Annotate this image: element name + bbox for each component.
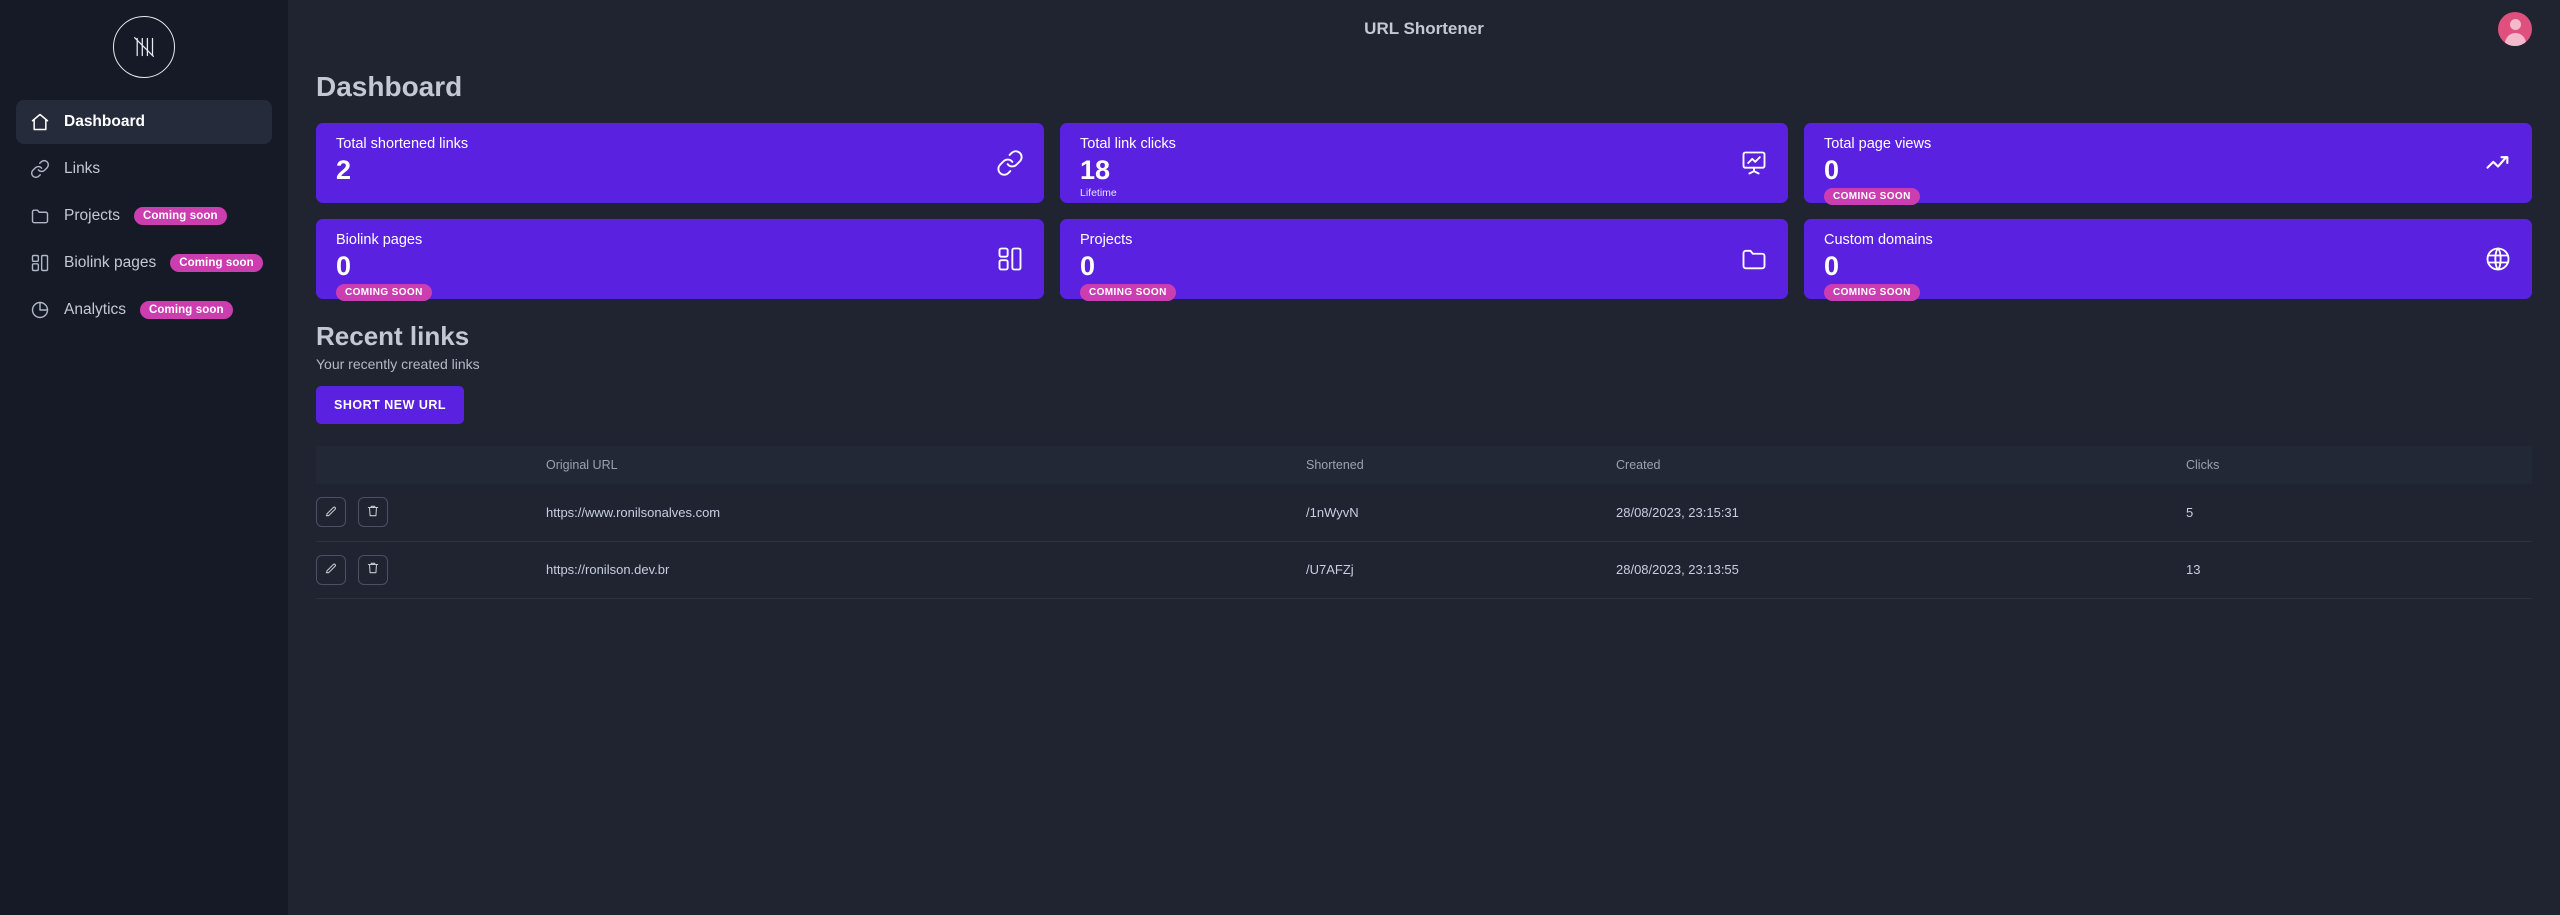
coming-soon-badge: COMING SOON	[1824, 283, 1920, 301]
column-header-original-url: Original URL	[546, 458, 618, 472]
stat-card-custom-domains[interactable]: Custom domains 0 COMING SOON	[1804, 219, 2532, 301]
table-row: https://ronilson.dev.br /U7AFZj 28/08/20…	[316, 541, 2532, 598]
delete-icon-button[interactable]	[357, 497, 388, 528]
sidebar-item-biolink-pages[interactable]: Biolink pages Coming soon	[16, 241, 272, 285]
sidebar-item-analytics[interactable]: Analytics Coming soon	[16, 288, 272, 332]
sidebar-item-label: Dashboard	[64, 113, 145, 130]
layout-icon	[996, 245, 1024, 273]
logo-container	[16, 0, 272, 100]
stat-value: 18	[1080, 154, 1111, 185]
home-icon	[30, 112, 50, 132]
stat-value: 0	[1824, 154, 1840, 185]
sidebar-item-projects[interactable]: Projects Coming soon	[16, 194, 272, 238]
link-icon	[996, 149, 1024, 177]
recent-links-table-wrapper: Original URL Shortened Created Clicks ht…	[316, 446, 2532, 599]
coming-soon-badge: COMING SOON	[1080, 283, 1176, 301]
sidebar-nav: Dashboard Links Projects Coming soon Bio…	[16, 100, 272, 332]
recent-links-header: Recent links Your recently created links…	[316, 321, 2560, 424]
layout-icon	[30, 253, 50, 273]
sidebar-item-label: Analytics	[64, 301, 127, 318]
coming-soon-badge: COMING SOON	[1824, 187, 1920, 205]
stat-value: 0	[336, 250, 352, 281]
table-row: https://www.ronilsonalves.com /1nWyvN 28…	[316, 484, 2532, 541]
coming-soon-badge: COMING SOON	[336, 283, 432, 301]
topbar: URL Shortener	[288, 0, 2560, 57]
trash-icon	[366, 504, 380, 521]
cell-original-url: https://ronilson.dev.br	[546, 562, 670, 577]
cell-shortened: /1nWyvN	[1306, 504, 1359, 520]
stat-value: 0	[1824, 250, 1840, 281]
sidebar-item-links[interactable]: Links	[16, 147, 272, 191]
edit-icon	[324, 504, 338, 521]
row-actions-cell	[316, 541, 546, 598]
stat-card-projects[interactable]: Projects 0 COMING SOON	[1060, 219, 1788, 301]
stat-card-biolink-pages[interactable]: Biolink pages 0 COMING SOON	[316, 219, 1044, 301]
stats-grid-row-2: Biolink pages 0 COMING SOON Projects 0 C…	[288, 219, 2560, 301]
short-new-url-button[interactable]: SHORT NEW URL	[316, 386, 465, 424]
sidebar-item-dashboard[interactable]: Dashboard	[16, 100, 272, 144]
stat-card-total-shortened-links[interactable]: Total shortened links 2	[316, 123, 1044, 203]
stat-label: Total page views	[1824, 136, 1932, 152]
edit-icon	[324, 561, 338, 578]
coming-soon-badge: Coming soon	[134, 207, 227, 225]
presentation-chart-icon	[1740, 149, 1768, 177]
recent-links-title: Recent links	[316, 321, 470, 351]
stats-grid-row-1: Total shortened links 2 Total link click…	[288, 123, 2560, 205]
cell-created: 28/08/2023, 23:13:55	[1616, 562, 1739, 577]
avatar-body	[2504, 32, 2526, 46]
column-header-actions	[316, 446, 546, 484]
coming-soon-badge: Coming soon	[170, 254, 263, 272]
cell-clicks: 5	[2186, 504, 2194, 520]
stat-label: Total link clicks	[1080, 136, 1176, 152]
edit-icon-button[interactable]	[316, 554, 346, 585]
cell-created: 28/08/2023, 23:15:31	[1616, 504, 1739, 520]
trending-up-icon	[2484, 149, 2512, 177]
stat-sublabel: Lifetime	[1080, 186, 1117, 199]
cell-clicks: 13	[2186, 562, 2201, 577]
edit-icon-button[interactable]	[316, 497, 346, 528]
recent-links-subtitle: Your recently created links	[316, 356, 480, 372]
stat-value: 2	[336, 154, 352, 185]
table-header-row: Original URL Shortened Created Clicks	[316, 446, 2532, 484]
coming-soon-badge: Coming soon	[140, 301, 233, 319]
delete-icon-button[interactable]	[357, 554, 388, 585]
trash-icon	[366, 561, 380, 578]
app-title: URL Shortener	[1364, 18, 1484, 38]
pie-chart-icon	[30, 300, 50, 320]
sidebar-item-label: Biolink pages	[64, 254, 157, 271]
app-root: Dashboard Links Projects Coming soon Bio…	[0, 0, 2560, 915]
row-actions-cell	[316, 484, 546, 541]
table-header: Original URL Shortened Created Clicks	[316, 446, 2532, 484]
sidebar-item-label: Projects	[64, 207, 120, 224]
stat-card-total-link-clicks[interactable]: Total link clicks 18 Lifetime	[1060, 123, 1788, 203]
link-icon	[30, 159, 50, 179]
user-avatar[interactable]	[2498, 11, 2532, 46]
recent-links-table: Original URL Shortened Created Clicks ht…	[316, 446, 2532, 599]
tally-mark-logo[interactable]	[113, 16, 175, 78]
sidebar-item-label: Links	[64, 160, 101, 177]
main-content: URL Shortener Dashboard Total shortened …	[288, 0, 2560, 915]
cell-original-url: https://www.ronilsonalves.com	[546, 504, 721, 520]
table-body: https://www.ronilsonalves.com /1nWyvN 28…	[316, 484, 2532, 598]
folder-icon	[1740, 245, 1768, 273]
globe-icon	[2484, 245, 2512, 273]
page-title: Dashboard	[316, 71, 463, 102]
folder-icon	[30, 206, 50, 226]
stat-label: Custom domains	[1824, 232, 1933, 248]
column-header-clicks: Clicks	[2186, 458, 2220, 472]
column-header-shortened: Shortened	[1306, 458, 1364, 472]
stat-value: 0	[1080, 250, 1096, 281]
stat-label: Projects	[1080, 232, 1133, 248]
sidebar: Dashboard Links Projects Coming soon Bio…	[0, 0, 288, 915]
column-header-created: Created	[1616, 458, 1661, 472]
stat-card-total-page-views[interactable]: Total page views 0 COMING SOON	[1804, 123, 2532, 205]
stat-label: Biolink pages	[336, 232, 423, 248]
avatar-head	[2509, 18, 2521, 30]
stat-label: Total shortened links	[336, 136, 469, 152]
cell-shortened: /U7AFZj	[1306, 562, 1354, 577]
